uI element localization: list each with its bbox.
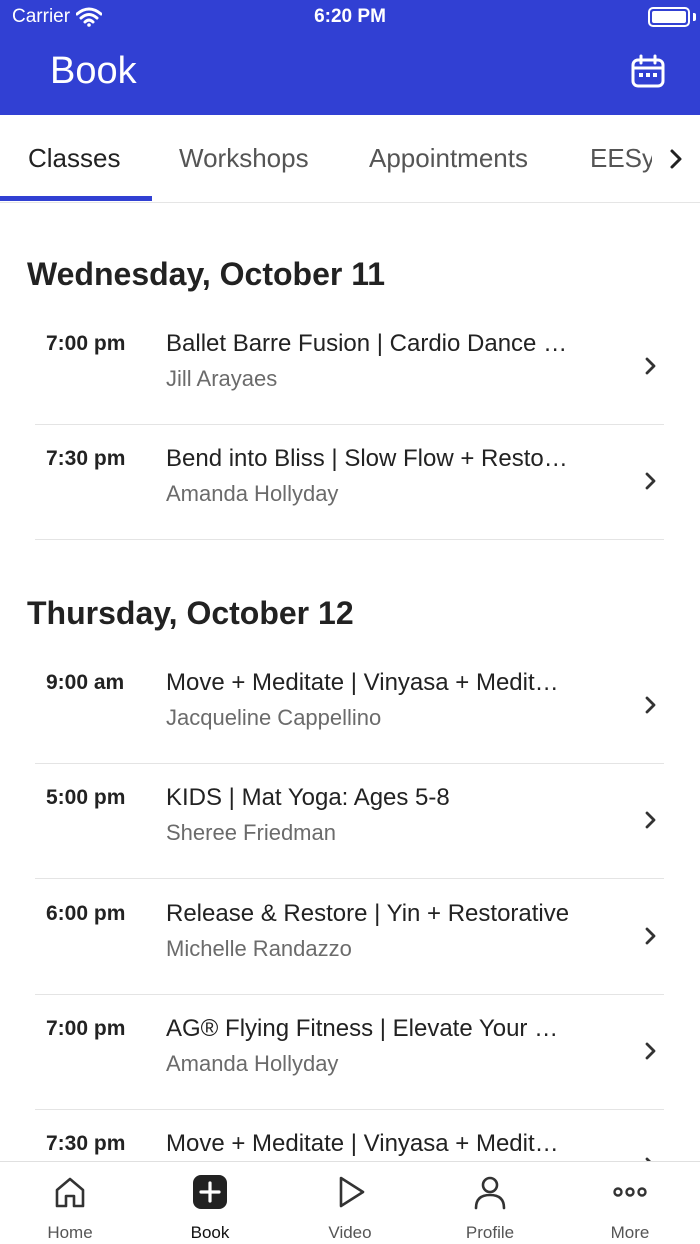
class-name: Release & Restore | Yin + Restorative [166,900,570,927]
day-heading: Wednesday, October 11 [27,256,386,292]
nav-book[interactable]: Book [140,1162,280,1244]
active-tab-indicator [0,196,152,201]
chevron-right-icon [645,811,656,829]
class-time: 9:00 am [46,671,125,694]
class-time: 5:00 pm [46,786,126,809]
tab-workshops[interactable]: Workshops [179,115,309,202]
class-time: 7:00 pm [46,332,126,355]
tab-classes[interactable]: Classes [28,115,120,202]
class-time: 7:30 pm [46,1132,126,1155]
status-time: 6:20 PM [314,6,386,27]
nav-label-profile: Profile [465,1223,515,1242]
book-plus-icon [193,1175,227,1209]
class-instructor: Amanda Hollyday [166,481,339,506]
chevron-right-icon [645,472,656,490]
nav-more[interactable]: More [560,1162,700,1244]
class-instructor: Michelle Randazzo [166,936,352,961]
class-time: 7:00 pm [46,1017,126,1040]
class-row[interactable]: 5:00 pm KIDS | Mat Yoga: Ages 5-8 Sheree… [35,764,664,879]
class-row[interactable]: 7:00 pm AG® Flying Fitness | Elevate You… [35,995,664,1110]
class-row[interactable]: 6:00 pm Release & Restore | Yin + Restor… [35,880,664,995]
category-tabs: Classes Workshops Appointments EESy [0,115,700,203]
nav-label-home: Home [47,1223,93,1242]
class-name: Bend into Bliss | Slow Flow + Resto… [166,445,568,472]
class-instructor: Sheree Friedman [166,820,336,845]
class-instructor: Jacqueline Cappellino [166,705,382,730]
tab-eesy[interactable]: EESy [590,115,655,202]
nav-label-book: Book [190,1223,230,1242]
tab-appointments[interactable]: Appointments [369,115,528,202]
class-name: KIDS | Mat Yoga: Ages 5-8 [166,784,450,811]
person-icon [474,1176,506,1210]
battery-icon [648,7,690,27]
class-name: AG® Flying Fitness | Elevate Your … [166,1015,559,1042]
nav-label-video: Video [328,1223,372,1242]
chevron-right-icon [645,357,656,375]
class-row[interactable]: 9:00 am Move + Meditate | Vinyasa + Medi… [35,649,664,764]
nav-profile[interactable]: Profile [420,1162,560,1244]
class-row[interactable]: 7:00 pm Ballet Barre Fusion | Cardio Dan… [35,310,664,425]
play-icon [339,1176,365,1208]
more-dots-icon [613,1187,647,1197]
nav-video[interactable]: Video [280,1162,420,1244]
class-instructor: Jill Arayaes [166,366,278,391]
class-row[interactable]: 7:30 pm Bend into Bliss | Slow Flow + Re… [35,425,664,540]
app-header: Carrier 6:20 PM Book [0,0,700,115]
battery-nub [693,13,696,21]
class-time: 7:30 pm [46,447,126,470]
schedule-list: Wednesday, October 11 7:00 pm Ballet Bar… [0,203,700,1161]
calendar-icon[interactable] [630,54,666,90]
chevron-right-icon [645,696,656,714]
nav-label-more: More [610,1223,650,1242]
class-name: Move + Meditate | Vinyasa + Medit… [166,1130,559,1157]
class-instructor: Amanda Hollyday [166,1051,339,1076]
class-name: Move + Meditate | Vinyasa + Medit… [166,669,559,696]
class-time: 6:00 pm [46,902,126,925]
bottom-tab-bar: Home Book Video Profile More [0,1161,700,1244]
status-bar: Carrier 6:20 PM [0,0,700,34]
class-name: Ballet Barre Fusion | Cardio Dance … [166,330,568,357]
chevron-right-icon [645,927,656,945]
class-row[interactable]: 7:30 pm Move + Meditate | Vinyasa + Medi… [35,1110,664,1161]
page-title: Book [50,50,137,92]
chevron-right-icon [645,1042,656,1060]
day-heading: Thursday, October 12 [27,595,354,631]
home-icon [55,1177,85,1208]
chevron-right-icon[interactable] [664,145,688,173]
nav-home[interactable]: Home [0,1162,140,1244]
